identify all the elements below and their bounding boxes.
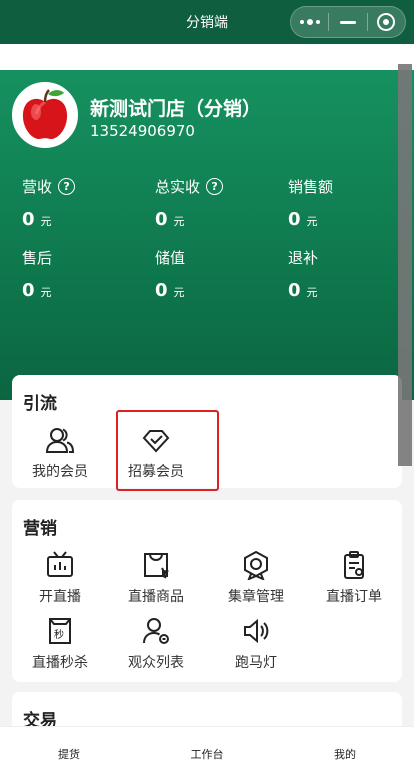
stat-label: 储值 <box>155 249 186 267</box>
stat-value: 0 <box>22 209 35 230</box>
live-products-item[interactable]: 直播商品 <box>108 550 204 606</box>
tab-workbench[interactable]: 工作台 <box>138 727 276 780</box>
svg-text:秒: 秒 <box>54 628 64 641</box>
audience-icon <box>143 618 169 644</box>
start-live-item[interactable]: 开直播 <box>12 550 108 606</box>
stat-label: 营收 <box>22 178 53 196</box>
members-icon <box>45 428 75 453</box>
stat-value: 0 <box>288 280 301 301</box>
more-dots-icon <box>299 19 320 25</box>
stat-unit: 元 <box>173 286 185 299</box>
tab-label: 提货 <box>58 747 80 761</box>
tv-icon <box>47 551 73 577</box>
stat-unit: 元 <box>40 286 52 299</box>
tab-label: 工作台 <box>190 747 224 761</box>
header-strip <box>0 44 414 70</box>
stat-unit: 元 <box>40 215 52 228</box>
shopping-bag-icon <box>144 553 170 579</box>
store-phone: 13524906970 <box>90 122 195 140</box>
stat-unit: 元 <box>306 215 318 228</box>
title-bar: 分销端 <box>0 0 414 44</box>
item-label: 直播订单 <box>326 589 382 605</box>
stat-revenue: 营收? 0元 <box>22 176 142 230</box>
stat-after-sales: 售后 0元 <box>22 247 142 301</box>
stat-label: 销售额 <box>288 178 334 196</box>
item-label: 我的会员 <box>32 464 88 480</box>
item-label: 直播秒杀 <box>32 655 88 671</box>
stat-label: 售后 <box>22 249 53 267</box>
stat-label: 总实收 <box>155 178 201 196</box>
tab-mine[interactable]: 我的 <box>276 727 414 780</box>
item-label: 开直播 <box>39 589 81 605</box>
store-avatar[interactable] <box>12 82 78 148</box>
stat-sales: 销售额 0元 <box>288 176 408 230</box>
store-name: 新测试门店（分销） <box>90 98 262 120</box>
marketing-section: 营销 开直播 直播商品 集章管理 直播订单 秒 直播秒杀 观众列表 跑马灯 <box>12 500 402 682</box>
item-label: 集章管理 <box>228 589 284 605</box>
bottom-tab-bar: 提货 工作台 我的 <box>0 726 414 780</box>
item-label: 观众列表 <box>128 655 184 671</box>
stat-refund-supplement: 退补 0元 <box>288 247 408 301</box>
stat-value: 0 <box>288 209 301 230</box>
clipboard-icon <box>344 551 364 579</box>
live-orders-item[interactable]: 直播订单 <box>306 550 402 606</box>
flash-sale-icon: 秒 <box>49 618 71 644</box>
stamp-management-item[interactable]: 集章管理 <box>208 550 304 606</box>
item-label: 直播商品 <box>128 589 184 605</box>
stat-label: 退补 <box>288 249 319 267</box>
stat-unit: 元 <box>306 286 318 299</box>
audience-list-item[interactable]: 观众列表 <box>108 616 204 672</box>
close-button[interactable] <box>368 7 405 37</box>
badge-icon <box>244 550 268 580</box>
close-target-icon <box>377 13 396 31</box>
stat-value: 0 <box>22 280 35 301</box>
live-flash-sale-item[interactable]: 秒 直播秒杀 <box>12 616 108 672</box>
speaker-icon <box>244 618 269 644</box>
tab-pickup[interactable]: 提货 <box>0 727 138 780</box>
window-title: 分销端 <box>186 15 228 31</box>
stat-value: 0 <box>155 209 168 230</box>
stat-value: 0 <box>155 280 168 301</box>
store-summary: 新测试门店（分销） 13524906970 营收? 0元 总实收? 0元 销售额… <box>0 70 414 400</box>
apple-logo-icon <box>14 84 76 146</box>
section-title: 引流 <box>23 394 57 414</box>
stat-stored-value: 储值 0元 <box>155 247 275 301</box>
mini-program-capsule <box>290 6 406 38</box>
marquee-item[interactable]: 跑马灯 <box>208 616 304 672</box>
stat-total-received: 总实收? 0元 <box>155 176 275 230</box>
highlight-box <box>116 410 219 491</box>
section-title: 营销 <box>23 519 57 539</box>
minimize-button[interactable] <box>329 7 366 37</box>
item-label: 跑马灯 <box>235 655 277 671</box>
minimize-icon <box>339 20 356 24</box>
stat-unit: 元 <box>173 215 185 228</box>
more-button[interactable] <box>291 7 328 37</box>
help-icon[interactable]: ? <box>206 178 224 195</box>
tab-label: 我的 <box>334 747 356 761</box>
my-members-item[interactable]: 我的会员 <box>12 425 108 481</box>
help-icon[interactable]: ? <box>58 178 76 195</box>
scrollbar-thumb[interactable] <box>398 64 412 466</box>
